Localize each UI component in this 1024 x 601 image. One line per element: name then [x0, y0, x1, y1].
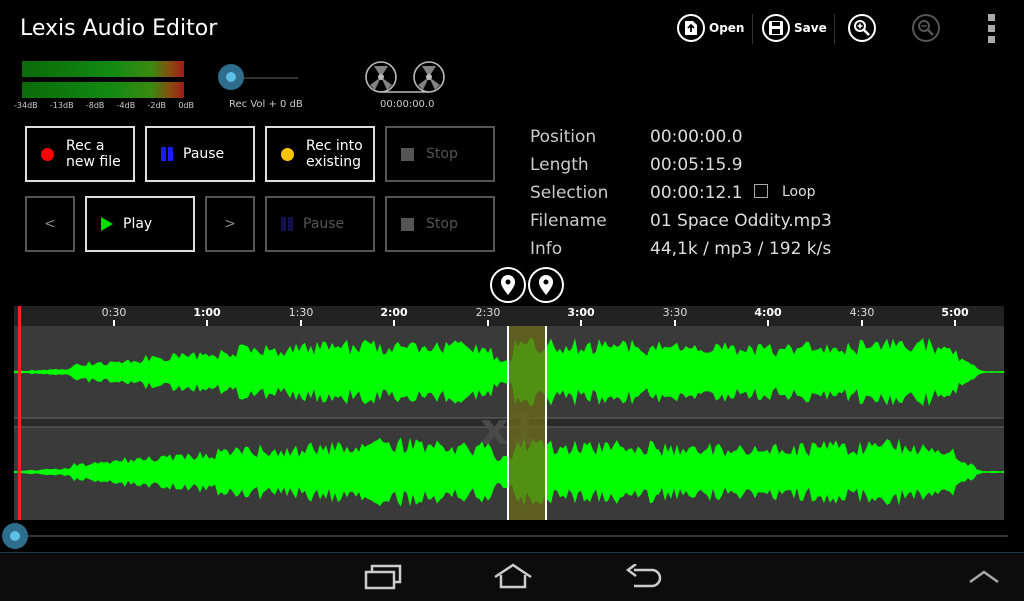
- timeline-label: 2:00: [380, 306, 408, 319]
- timeline-ruler[interactable]: 0:30 1:00 1:30 2:00 2:30 3:00 3:30 4:00 …: [14, 306, 1004, 326]
- play-button[interactable]: Play: [85, 196, 195, 252]
- selection-value: 00:00:12.1: [650, 183, 743, 203]
- loop-label: Loop: [782, 184, 816, 200]
- rec-pause-label: Pause: [183, 146, 225, 162]
- info-label: Info: [530, 239, 563, 259]
- back-icon[interactable]: [624, 563, 662, 594]
- timeline-label: 5:00: [941, 306, 969, 319]
- save-disk-icon: [762, 14, 790, 42]
- rec-into-existing-button[interactable]: Rec into existing: [265, 126, 375, 182]
- chevron-up-icon[interactable]: [968, 569, 1000, 588]
- zoom-out-icon: [912, 14, 940, 42]
- timeline-label: 3:30: [662, 306, 688, 319]
- pause-icon: [281, 217, 293, 231]
- rec-new-file-label-line2: new file: [66, 154, 121, 170]
- meter-scale-label: -2dB: [147, 101, 167, 110]
- length-label: Length: [530, 155, 589, 175]
- rec-stop-button[interactable]: Stop: [385, 126, 495, 182]
- zoom-in-icon: [848, 14, 876, 42]
- waveform-svg: x1: [14, 326, 1004, 520]
- pause-icon: [161, 147, 173, 161]
- overflow-menu-icon[interactable]: [986, 12, 998, 44]
- tape-time: 00:00:00.0: [380, 99, 435, 110]
- selection-start-marker-icon[interactable]: [489, 266, 527, 308]
- save-label: Save: [794, 21, 827, 35]
- playhead-cursor[interactable]: [18, 306, 21, 520]
- timeline-label: 1:30: [288, 306, 314, 319]
- record-dot-icon: [41, 147, 54, 161]
- loop-checkbox[interactable]: [754, 184, 768, 198]
- rec-new-file-label-line1: Rec a: [66, 138, 105, 154]
- selection-label: Selection: [530, 183, 609, 203]
- meter-scale-label: -13dB: [49, 101, 74, 110]
- selection-end-marker-icon[interactable]: [527, 266, 565, 308]
- rec-new-file-button[interactable]: Rec a new file: [25, 126, 135, 182]
- info-value: 44,1k / mp3 / 192 k/s: [650, 239, 832, 259]
- play-triangle-icon: [101, 217, 113, 231]
- next-button[interactable]: >: [205, 196, 255, 252]
- record-existing-dot-icon: [281, 147, 294, 161]
- play-label: Play: [123, 216, 153, 232]
- timeline-label: 2:30: [475, 306, 501, 319]
- tape-reels-icon: [364, 60, 448, 98]
- scrubber-knob[interactable]: [2, 523, 28, 549]
- stop-square-icon: [401, 147, 414, 161]
- play-stop-button[interactable]: Stop: [385, 196, 495, 252]
- play-pause-button[interactable]: Pause: [265, 196, 375, 252]
- meter-scale-label: -4dB: [116, 101, 136, 110]
- home-icon[interactable]: [492, 563, 534, 593]
- prev-button[interactable]: <: [25, 196, 75, 252]
- toolbar-divider: [834, 14, 835, 44]
- timeline-label: 3:00: [567, 306, 595, 319]
- prev-label: <: [44, 216, 56, 232]
- level-meter-right: [22, 82, 184, 98]
- timeline-label: 4:00: [754, 306, 782, 319]
- rec-stop-label: Stop: [426, 146, 458, 162]
- selection-region[interactable]: [508, 326, 546, 520]
- rec-new-file-label: Rec a new file: [66, 138, 121, 170]
- rec-existing-label: Rec into existing: [306, 138, 363, 170]
- app-title: Lexis Audio Editor: [20, 16, 218, 41]
- meter-scale-label: -34dB: [14, 101, 38, 110]
- play-stop-label: Stop: [426, 216, 458, 232]
- play-pause-label: Pause: [303, 216, 345, 232]
- rec-vol-slider-knob[interactable]: [218, 64, 244, 90]
- toolbar-divider: [752, 14, 753, 44]
- rec-vol-label: Rec Vol + 0 dB: [229, 99, 303, 110]
- open-label: Open: [709, 21, 745, 35]
- zoom-out-button[interactable]: [912, 12, 944, 44]
- open-file-icon: [677, 14, 705, 42]
- system-nav-bar: [0, 552, 1024, 601]
- stop-square-icon: [401, 217, 414, 231]
- position-value: 00:00:00.0: [650, 127, 743, 147]
- meter-scale-label: -8dB: [85, 101, 105, 110]
- length-value: 00:05:15.9: [650, 155, 743, 175]
- level-meter-left: [22, 61, 184, 77]
- timeline-label: 1:00: [193, 306, 221, 319]
- timeline-label: 4:30: [849, 306, 875, 319]
- recent-apps-icon[interactable]: [364, 563, 402, 595]
- waveform-view[interactable]: x1: [14, 326, 1004, 520]
- filename-label: Filename: [530, 211, 607, 231]
- zoom-in-button[interactable]: [848, 12, 880, 44]
- scrubber-track[interactable]: [14, 535, 1008, 537]
- timeline-label: 0:30: [101, 306, 127, 319]
- position-label: Position: [530, 127, 597, 147]
- meter-scale: -34dB -13dB -8dB -4dB -2dB 0dB: [14, 101, 194, 110]
- rec-existing-label-line1: Rec into: [306, 138, 363, 154]
- filename-value: 01 Space Oddity.mp3: [650, 211, 832, 231]
- rec-pause-button[interactable]: Pause: [145, 126, 255, 182]
- open-button[interactable]: Open: [677, 12, 744, 44]
- meter-scale-label: 0dB: [178, 101, 194, 110]
- save-button[interactable]: Save: [762, 12, 827, 44]
- next-label: >: [224, 216, 236, 232]
- rec-existing-label-line2: existing: [306, 154, 361, 170]
